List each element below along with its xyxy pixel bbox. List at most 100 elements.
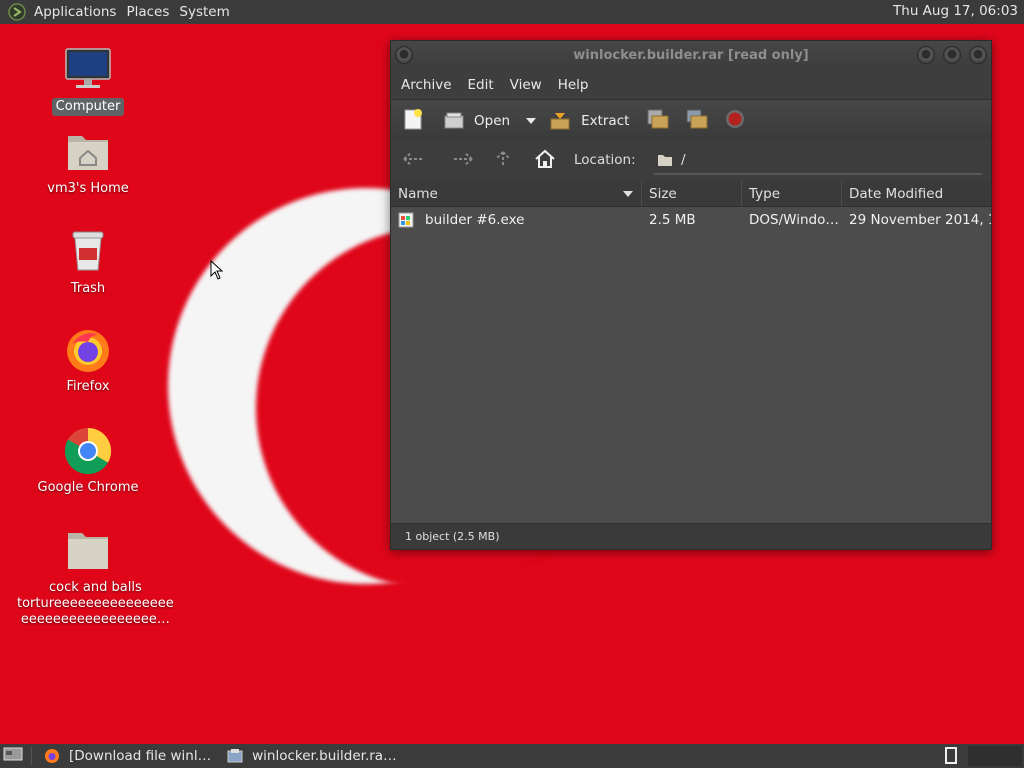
menu-help[interactable]: Help — [550, 77, 597, 93]
home-icon — [535, 149, 555, 168]
show-desktop-button[interactable] — [3, 746, 23, 766]
extract-icon — [550, 112, 570, 129]
desktop-icon-chrome[interactable]: Google Chrome — [13, 427, 163, 497]
arrow-left-icon — [403, 152, 422, 166]
bottom-panel: [Download file winl… winlocker.builder.r… — [0, 744, 1024, 768]
folder-icon — [64, 527, 112, 575]
desktop-icon-firefox[interactable]: Firefox — [13, 326, 163, 396]
column-type-label: Type — [749, 186, 781, 202]
mouse-cursor-icon — [210, 260, 224, 280]
archive-manager-icon — [227, 749, 243, 763]
workspace-switcher[interactable] — [945, 747, 957, 764]
new-archive-icon — [404, 108, 422, 129]
system-menu[interactable]: System — [177, 4, 237, 20]
column-name-label: Name — [398, 186, 438, 202]
file-name: builder #6.exe — [425, 212, 525, 228]
applications-menu[interactable]: Applications — [32, 4, 124, 20]
taskbar-separator — [31, 747, 32, 765]
top-panel: Applications Places System Thu Aug 17, 0… — [0, 0, 1024, 24]
computer-icon — [64, 46, 112, 94]
desktop-icon-label: Computer — [51, 98, 125, 116]
arrow-up-icon — [495, 151, 511, 166]
window-menu-button[interactable] — [395, 46, 413, 64]
status-bar: 1 object (2.5 MB) — [391, 523, 991, 549]
column-modified-label: Date Modified — [849, 186, 944, 202]
column-headers: Name Size Type Date Modified — [391, 181, 991, 207]
sort-descending-icon — [623, 191, 633, 197]
location-bar: Location: / — [391, 141, 991, 181]
window-titlebar[interactable]: winlocker.builder.rar [read only] — [391, 41, 991, 71]
desktop-icon-trash[interactable]: Trash — [13, 228, 163, 298]
menu-archive[interactable]: Archive — [393, 77, 460, 93]
places-menu[interactable]: Places — [124, 4, 177, 20]
file-name-cell: builder #6.exe — [391, 212, 642, 228]
menu-view[interactable]: View — [502, 77, 550, 93]
chevron-down-icon — [526, 117, 537, 124]
maximize-button[interactable] — [943, 46, 961, 64]
table-row[interactable]: builder #6.exe 2.5 MB DOS/Windo… 29 Nove… — [391, 207, 991, 233]
window-title: winlocker.builder.rar [read only] — [573, 48, 809, 63]
column-header-size[interactable]: Size — [642, 181, 742, 206]
desktop-icon-folder[interactable]: cock and balls tortureeeeeeeeeeeeeee eee… — [13, 527, 174, 629]
desktop-icon-label: cock and balls tortureeeeeeeeeeeeeee eee… — [13, 579, 178, 629]
add-folder-button[interactable] — [685, 108, 709, 134]
forward-button[interactable] — [452, 151, 474, 171]
desktop-icon-label: Firefox — [66, 379, 110, 394]
menu-edit[interactable]: Edit — [460, 77, 502, 93]
menubar: Archive Edit View Help — [391, 71, 991, 99]
add-files-icon — [647, 109, 669, 128]
mate-logo-icon[interactable] — [8, 3, 26, 21]
location-label: Location: — [574, 152, 636, 168]
taskbar-item-label: [Download file winl… — [69, 748, 212, 764]
file-type: DOS/Windo… — [749, 212, 839, 228]
extract-button[interactable]: Extract — [549, 111, 629, 131]
location-field[interactable]: / — [653, 147, 983, 175]
file-size: 2.5 MB — [649, 212, 696, 228]
show-desktop-icon — [3, 747, 23, 761]
panel-clock[interactable]: Thu Aug 17, 06:03 — [893, 3, 1018, 19]
column-header-type[interactable]: Type — [742, 181, 842, 206]
arrow-right-icon — [454, 152, 473, 166]
stop-icon — [726, 109, 745, 128]
folder-label-line1: cock and balls — [49, 580, 142, 595]
home-button[interactable] — [534, 149, 556, 173]
desktop-icon-label: Trash — [70, 281, 106, 296]
taskbar-item-firefox[interactable]: [Download file winl… — [38, 745, 217, 767]
open-dropdown-button[interactable] — [526, 113, 537, 129]
trash-icon — [64, 228, 112, 276]
close-button[interactable] — [969, 46, 987, 64]
open-button[interactable]: Open — [443, 111, 510, 131]
add-files-button[interactable] — [646, 108, 670, 134]
workspace-switcher-empty[interactable] — [968, 746, 1022, 766]
firefox-icon — [64, 326, 112, 374]
taskbar-item-label: winlocker.builder.ra… — [252, 748, 397, 764]
open-label: Open — [474, 112, 511, 129]
column-header-name[interactable]: Name — [391, 181, 642, 206]
toolbar: Open Extract — [391, 99, 991, 141]
desktop-icon-computer[interactable]: Computer — [13, 46, 163, 116]
executable-file-icon — [398, 212, 414, 228]
location-value: / — [681, 152, 686, 168]
file-modified: 29 November 2014, 1… — [849, 212, 991, 228]
desktop-icon-label: Google Chrome — [37, 480, 139, 495]
stop-button[interactable] — [725, 109, 745, 133]
minimize-button[interactable] — [917, 46, 935, 64]
up-button[interactable] — [494, 150, 512, 172]
back-button[interactable] — [402, 151, 424, 171]
folder-label-line2: tortureeeeeeeeeeeeeee — [17, 596, 174, 611]
new-archive-button[interactable] — [402, 108, 424, 134]
add-folder-icon — [686, 109, 708, 128]
folder-icon — [658, 155, 672, 166]
firefox-icon — [45, 749, 59, 763]
desktop-icon-home[interactable]: vm3's Home — [13, 128, 163, 198]
archive-manager-window: winlocker.builder.rar [read only] Archiv… — [390, 40, 992, 550]
taskbar-item-archive-manager[interactable]: winlocker.builder.ra… — [221, 745, 402, 767]
open-archive-icon — [444, 112, 464, 128]
desktop-icon-label: vm3's Home — [47, 181, 129, 196]
folder-label-line3: eeeeeeeeeeeeeeeee… — [20, 612, 170, 627]
chrome-icon — [64, 427, 112, 475]
column-size-label: Size — [649, 186, 677, 202]
extract-label: Extract — [581, 112, 630, 129]
column-header-modified[interactable]: Date Modified — [842, 181, 991, 206]
home-folder-icon — [64, 128, 112, 176]
